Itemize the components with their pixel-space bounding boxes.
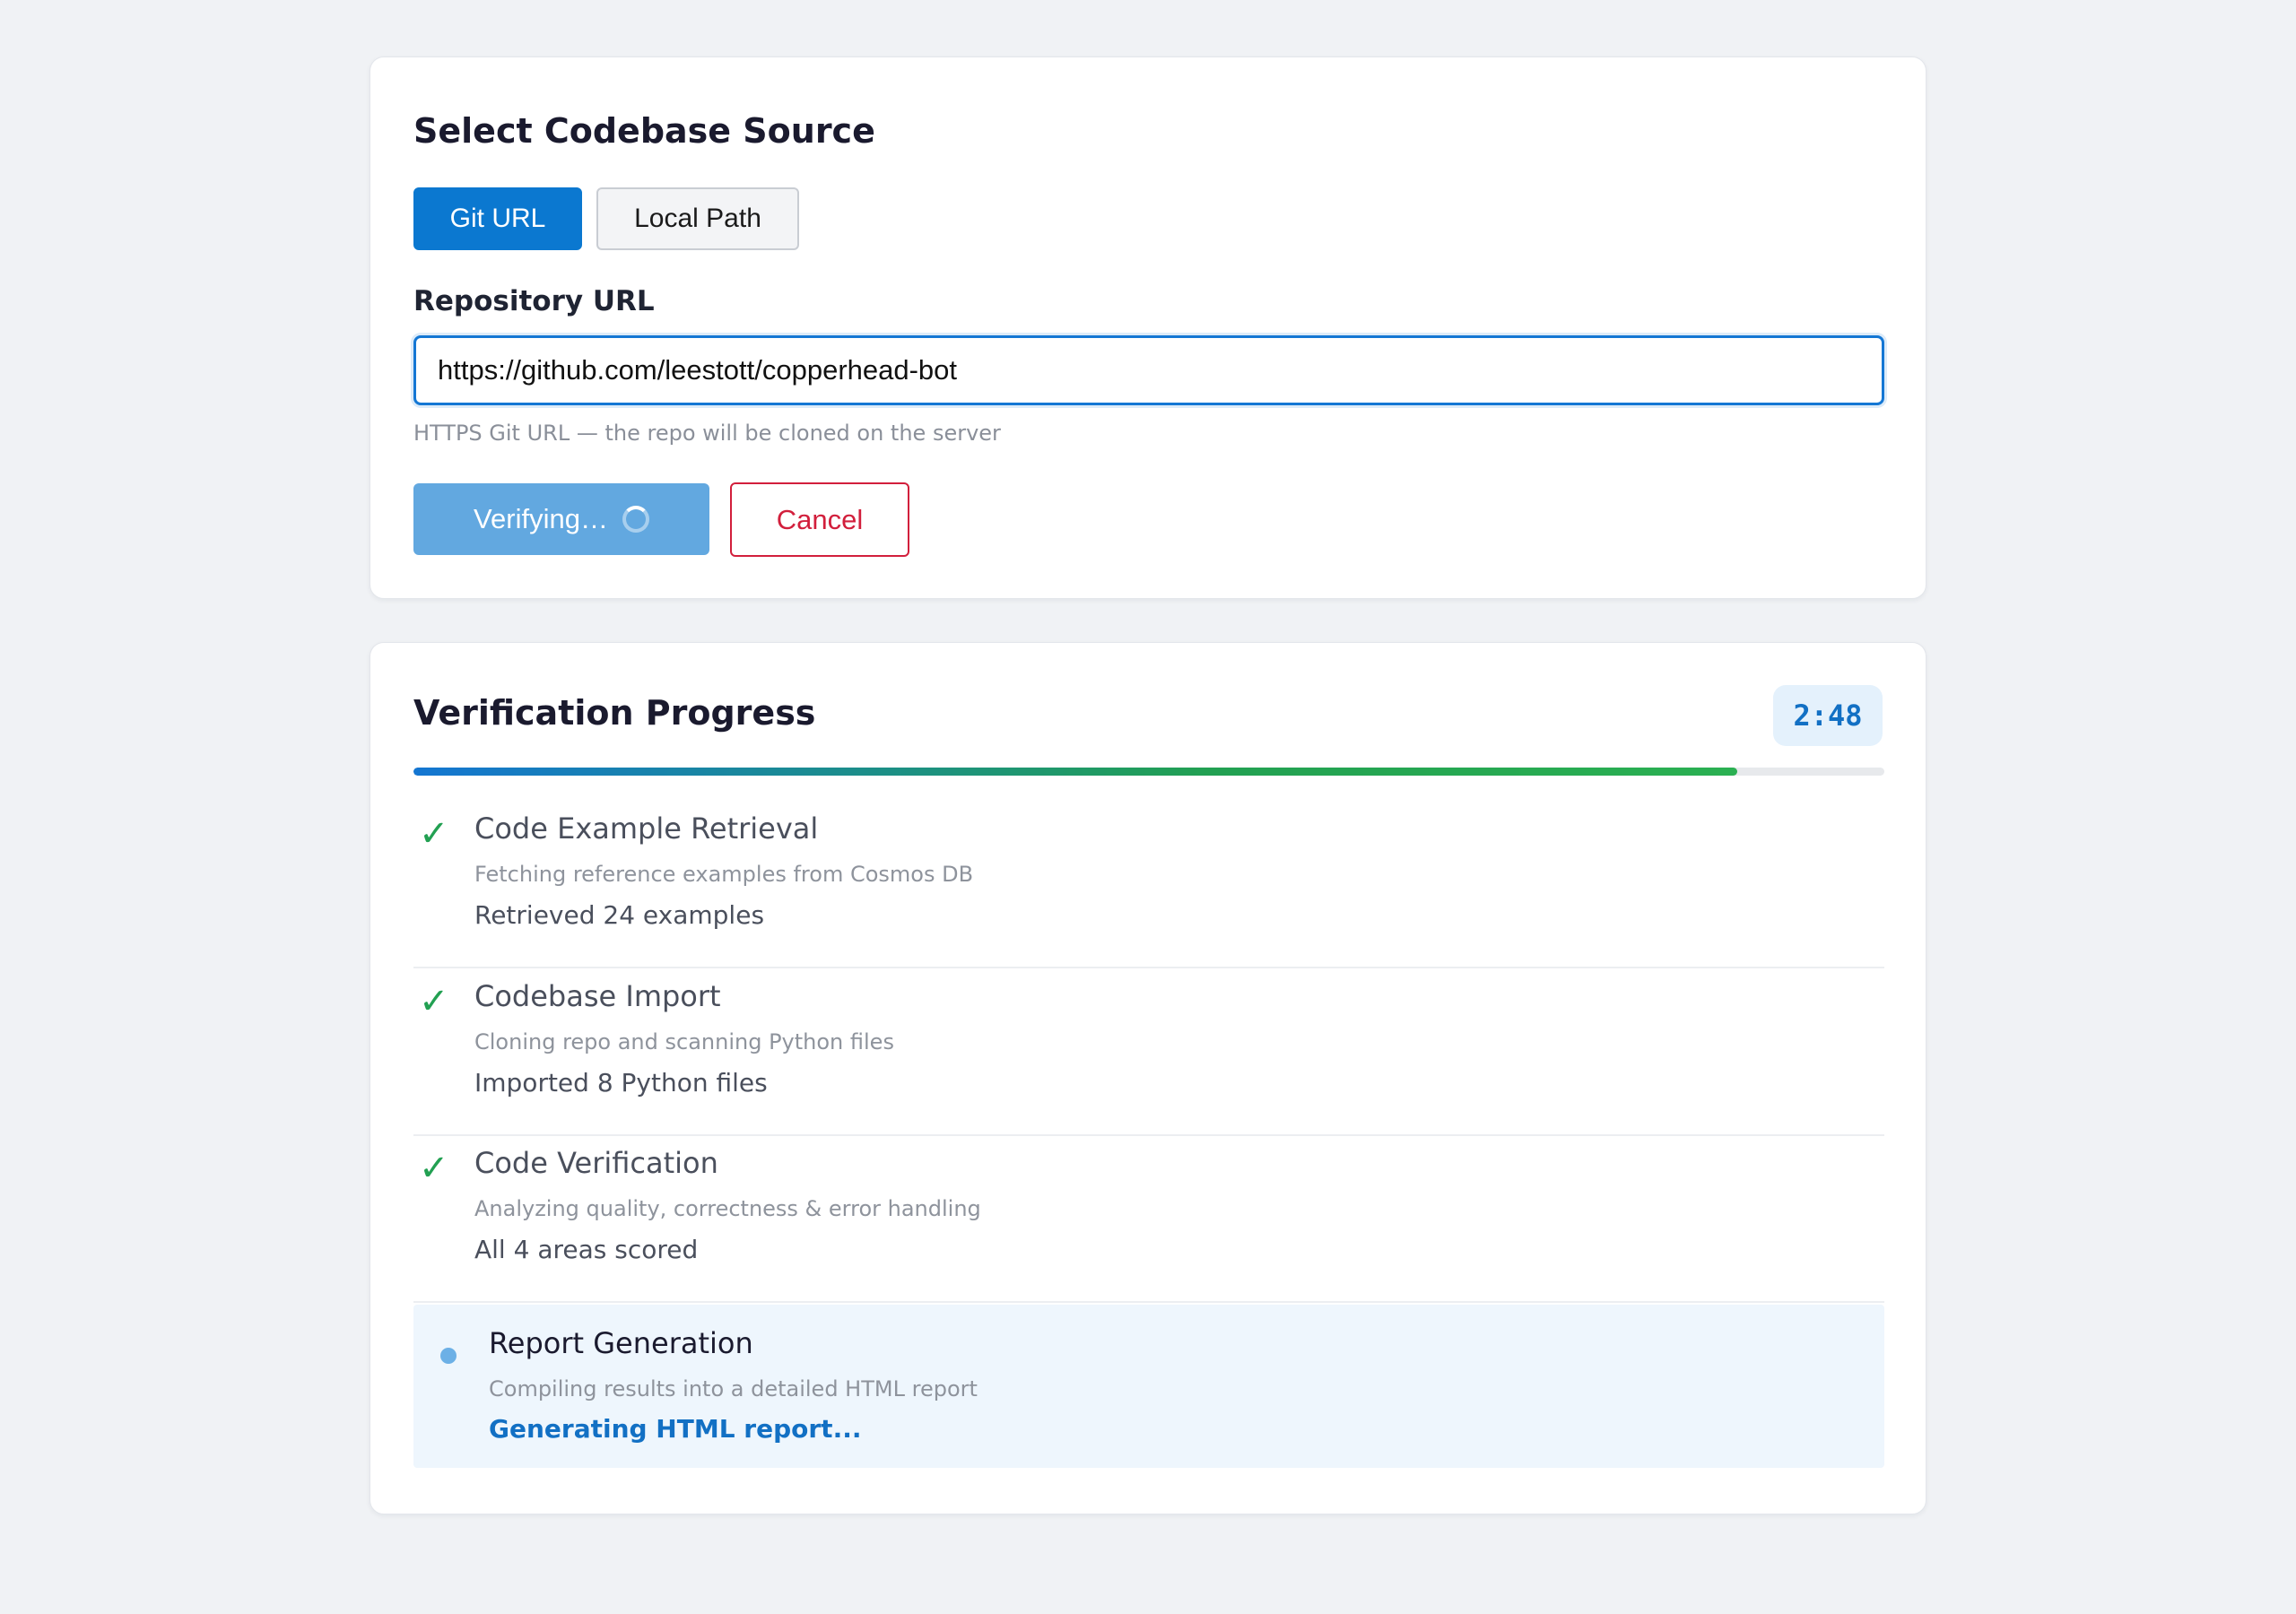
step-result: Generating HTML report... <box>489 1414 862 1444</box>
step-code-verification: ✓ Code Verification Analyzing quality, c… <box>413 1135 1884 1303</box>
progress-title: Verification Progress <box>413 693 816 733</box>
repository-url-input[interactable] <box>413 335 1884 405</box>
step-result: All 4 areas scored <box>474 1235 699 1264</box>
step-code-example-retrieval: ✓ Code Example Retrieval Fetching refere… <box>413 801 1884 968</box>
checkmark-icon: ✓ <box>419 813 449 855</box>
source-title: Select Codebase Source <box>413 111 875 151</box>
step-description: Cloning repo and scanning Python files <box>474 1029 894 1054</box>
cancel-button[interactable]: Cancel <box>730 482 909 557</box>
verify-button[interactable]: Verifying… <box>413 483 709 555</box>
step-result: Retrieved 24 examples <box>474 900 765 930</box>
step-report-generation: Report Generation Compiling results into… <box>413 1305 1884 1468</box>
step-title: Report Generation <box>489 1326 753 1360</box>
progress-bar-fill <box>413 768 1737 776</box>
progress-bar <box>413 768 1884 776</box>
step-description: Fetching reference examples from Cosmos … <box>474 862 974 887</box>
step-codebase-import: ✓ Codebase Import Cloning repo and scann… <box>413 968 1884 1136</box>
verification-progress-card: Verification Progress 2:48 ✓ Code Exampl… <box>370 642 1926 1514</box>
step-title: Code Verification <box>474 1146 718 1180</box>
step-description: Analyzing quality, correctness & error h… <box>474 1196 981 1221</box>
elapsed-timer: 2:48 <box>1773 685 1883 746</box>
codebase-source-card: Select Codebase Source Git URL Local Pat… <box>370 56 1926 599</box>
step-title: Codebase Import <box>474 979 721 1013</box>
spinner-icon <box>622 506 649 533</box>
url-hint: HTTPS Git URL — the repo will be cloned … <box>413 421 1001 446</box>
step-description: Compiling results into a detailed HTML r… <box>489 1376 978 1401</box>
checkmark-icon: ✓ <box>419 1148 449 1189</box>
local-path-tab[interactable]: Local Path <box>596 187 799 250</box>
repository-url-label: Repository URL <box>413 285 655 317</box>
step-result: Imported 8 Python files <box>474 1068 768 1098</box>
verify-button-label: Verifying… <box>474 503 608 534</box>
dot-icon <box>440 1348 457 1364</box>
git-url-tab[interactable]: Git URL <box>413 187 582 250</box>
step-title: Code Example Retrieval <box>474 811 819 846</box>
checkmark-icon: ✓ <box>419 981 449 1022</box>
